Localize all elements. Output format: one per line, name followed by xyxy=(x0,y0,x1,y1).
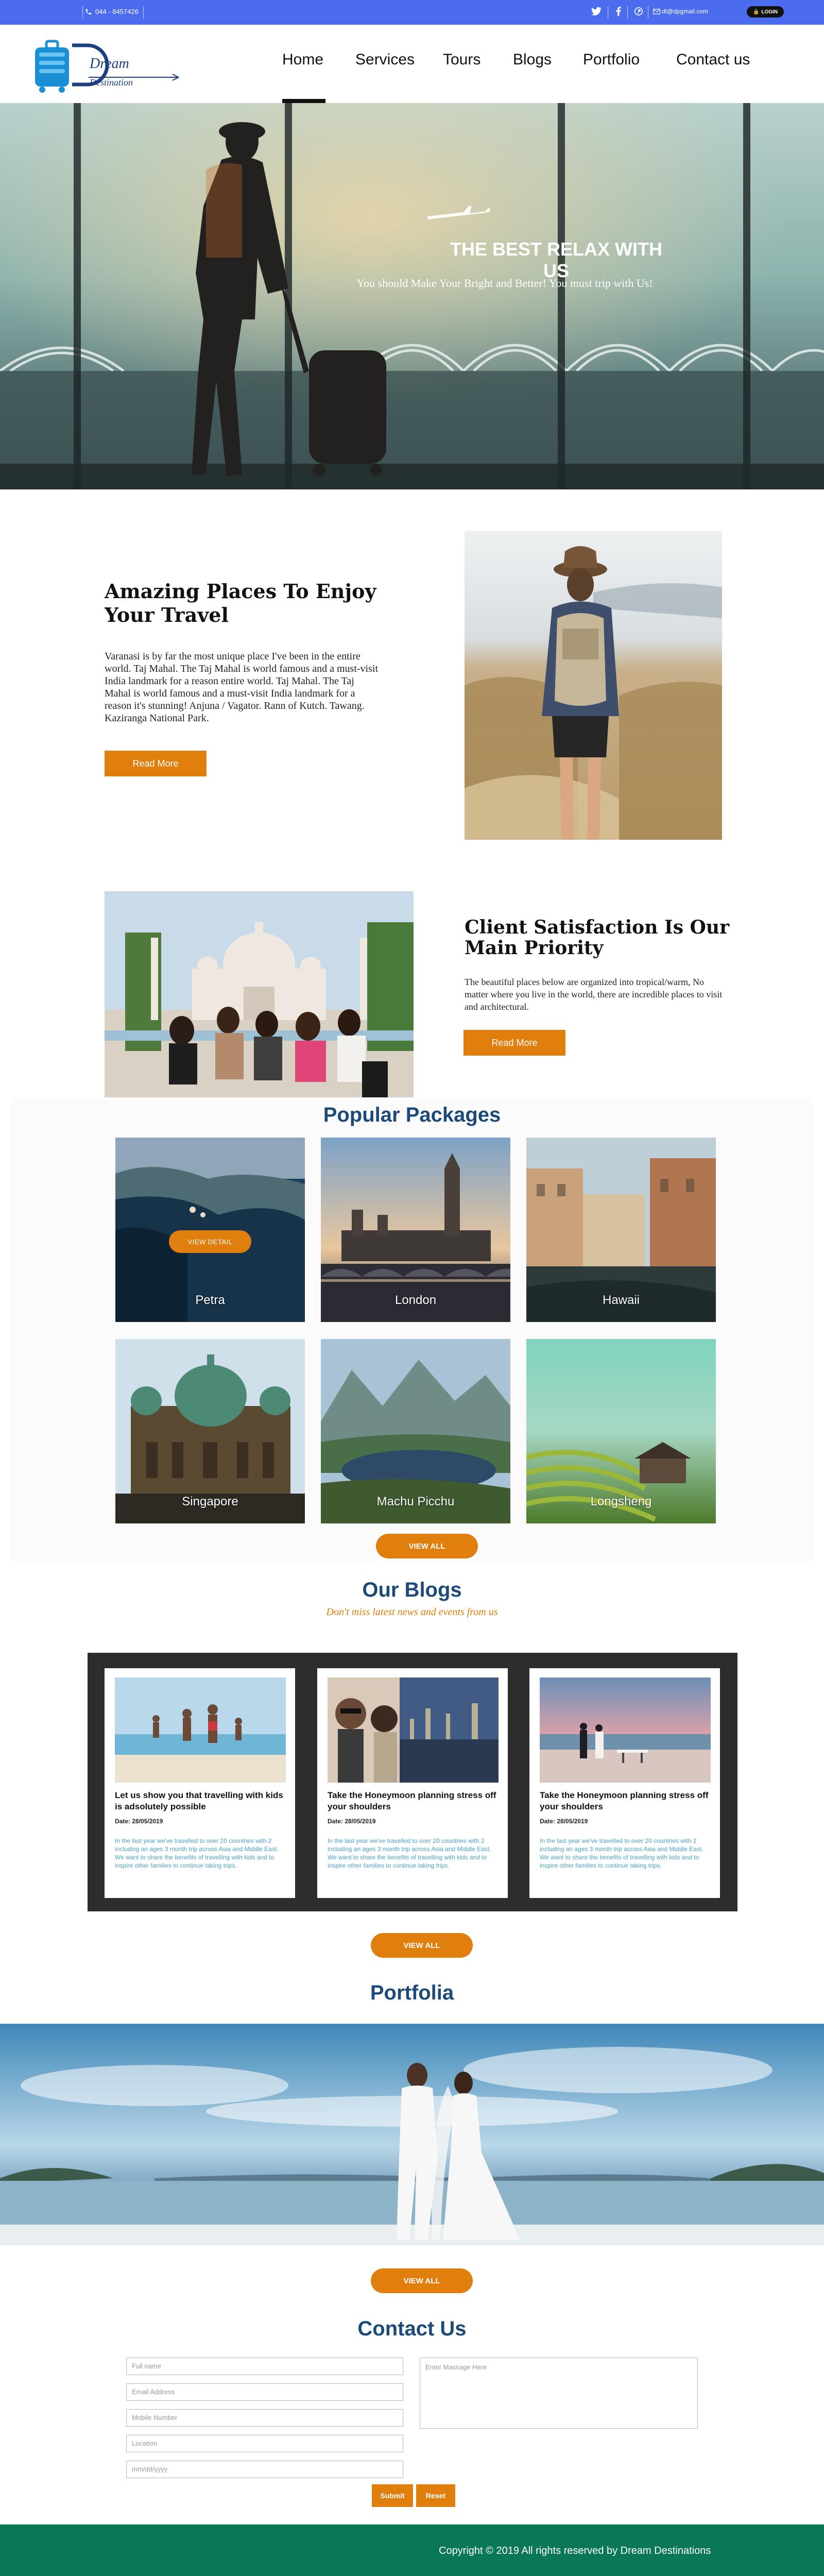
message-textarea[interactable]: Enter Massage Here xyxy=(420,2358,698,2429)
blog-date: Date: 28/05/2019 xyxy=(328,1818,376,1825)
blogs-view-all-button[interactable]: VIEW ALL xyxy=(371,1933,473,1958)
email-field[interactable]: Email Address xyxy=(126,2383,403,2401)
blog-card[interactable]: Take the Honeymoon planning stress off y… xyxy=(317,1668,508,1898)
blog-title[interactable]: Let us show you that travelling with kid… xyxy=(115,1790,290,1812)
portfolio-view-all-button[interactable]: VIEW ALL xyxy=(371,2268,473,2293)
package-card-london[interactable]: London xyxy=(321,1138,510,1322)
blog-date: Date: 28/05/2019 xyxy=(115,1818,163,1825)
twitter-icon[interactable] xyxy=(591,7,602,19)
blog-image-dinner-beach xyxy=(540,1677,711,1783)
blog-image-family-beach xyxy=(115,1677,286,1783)
nav-tours[interactable]: Tours xyxy=(443,51,480,69)
package-name: Longsheng xyxy=(590,1495,652,1509)
portfolio-heading: Portfolia xyxy=(370,1981,454,2004)
blog-card[interactable]: Take the Honeymoon planning stress off y… xyxy=(529,1668,720,1898)
top-bar: 044 - 8457426 dt@dpgmail.com 🔒 LOGIN xyxy=(0,0,824,25)
amazing-places-text: Varanasi is by far the most unique place… xyxy=(105,651,379,724)
blog-excerpt: In the last year we've travelled to over… xyxy=(540,1837,703,1869)
nav-active-indicator xyxy=(282,99,325,103)
divider xyxy=(627,6,628,19)
package-name: Singapore xyxy=(182,1495,238,1509)
package-card-machu-picchu[interactable]: Machu Picchu xyxy=(321,1339,510,1523)
logo-text-destination: Destination xyxy=(89,77,133,88)
submit-button[interactable]: Submit xyxy=(372,2484,413,2507)
hero-subtitle: You should Make Your Bright and Better! … xyxy=(356,277,653,290)
blog-excerpt: In the last year we've travelled to over… xyxy=(115,1837,279,1869)
packages-heading: Popular Packages xyxy=(323,1104,501,1126)
client-satisfaction-text: The beautiful places below are organized… xyxy=(465,977,723,1012)
full-name-field[interactable]: Full name xyxy=(126,2358,403,2375)
package-card-hawaii[interactable]: Hawaii xyxy=(526,1138,716,1322)
blog-image-couple-selfie xyxy=(328,1677,499,1783)
pinterest-icon[interactable] xyxy=(634,7,643,19)
package-card-petra[interactable]: VIEW DETAIL Petra xyxy=(115,1138,305,1322)
email-address[interactable]: dt@dpgmail.com xyxy=(662,8,708,15)
blogs-subheading: Don't miss latest news and events from u… xyxy=(326,1606,498,1618)
hero-image xyxy=(0,103,824,489)
lock-icon: 🔒 xyxy=(752,9,760,15)
package-name: Hawaii xyxy=(602,1293,640,1307)
view-detail-button[interactable]: VIEW DETAIL xyxy=(169,1230,251,1253)
location-field[interactable]: Location xyxy=(126,2435,403,2452)
brand-logo[interactable]: Dream Destination xyxy=(32,34,186,95)
package-card-longsheng[interactable]: Longsheng xyxy=(526,1339,716,1523)
login-label: LOGIN xyxy=(761,9,778,15)
divider xyxy=(143,6,144,19)
contact-heading: Contact Us xyxy=(357,2317,467,2340)
taj-mahal-group-image xyxy=(105,891,414,1097)
client-satisfaction-title: Client Satisfaction Is Our Main Priority xyxy=(465,917,730,959)
hero-title: THE BEST RELAX WITH US xyxy=(450,239,662,281)
portfolio-wedding-image xyxy=(0,2024,824,2245)
divider xyxy=(82,6,83,19)
nav-contact[interactable]: Contact us xyxy=(676,51,750,69)
packages-view-all-button[interactable]: VIEW ALL xyxy=(376,1534,478,1558)
date-field[interactable]: mm/dd/yyyy xyxy=(126,2461,403,2478)
phone-number: 044 - 8457426 xyxy=(95,8,139,15)
package-card-singapore[interactable]: Singapore xyxy=(115,1339,305,1523)
phone-contact[interactable]: 044 - 8457426 xyxy=(85,8,139,15)
mail-icon[interactable] xyxy=(653,8,660,17)
amazing-read-more-button[interactable]: Read More xyxy=(105,751,207,776)
blog-card[interactable]: Let us show you that travelling with kid… xyxy=(105,1668,295,1898)
logo-text-dream: Dream xyxy=(89,56,129,72)
site-header: Dream Destination Home Services Tours Bl… xyxy=(0,25,824,103)
reset-button[interactable]: Reset xyxy=(416,2484,455,2507)
traveler-backpack-image xyxy=(465,531,722,840)
blog-excerpt: In the last year we've travelled to over… xyxy=(328,1837,491,1869)
blog-title[interactable]: Take the Honeymoon planning stress off y… xyxy=(540,1790,715,1812)
mobile-number-field[interactable]: Mobile Number xyxy=(126,2409,403,2427)
nav-home[interactable]: Home xyxy=(282,51,323,69)
package-name: Machu Picchu xyxy=(376,1495,455,1509)
login-button[interactable]: 🔒 LOGIN xyxy=(747,6,784,18)
facebook-icon[interactable] xyxy=(616,7,621,19)
package-name: London xyxy=(394,1293,437,1307)
hero-banner: THE BEST RELAX WITH US You should Make Y… xyxy=(0,103,824,489)
nav-services[interactable]: Services xyxy=(355,51,415,69)
nav-blogs[interactable]: Blogs xyxy=(513,51,552,69)
blog-title[interactable]: Take the Honeymoon planning stress off y… xyxy=(328,1790,503,1812)
blog-date: Date: 28/05/2019 xyxy=(540,1818,588,1825)
site-footer: Copyright © 2019 All rights reserved by … xyxy=(0,2524,824,2576)
blogs-heading: Our Blogs xyxy=(362,1579,462,1601)
package-name: Petra xyxy=(195,1293,225,1307)
nav-portfolio[interactable]: Portfolio xyxy=(583,51,640,69)
client-read-more-button[interactable]: Read More xyxy=(464,1030,565,1056)
amazing-places-title: Amazing Places To Enjoy Your Travel xyxy=(105,580,376,626)
copyright-text: Copyright © 2019 All rights reserved by … xyxy=(439,2545,711,2556)
phone-icon xyxy=(85,9,92,14)
